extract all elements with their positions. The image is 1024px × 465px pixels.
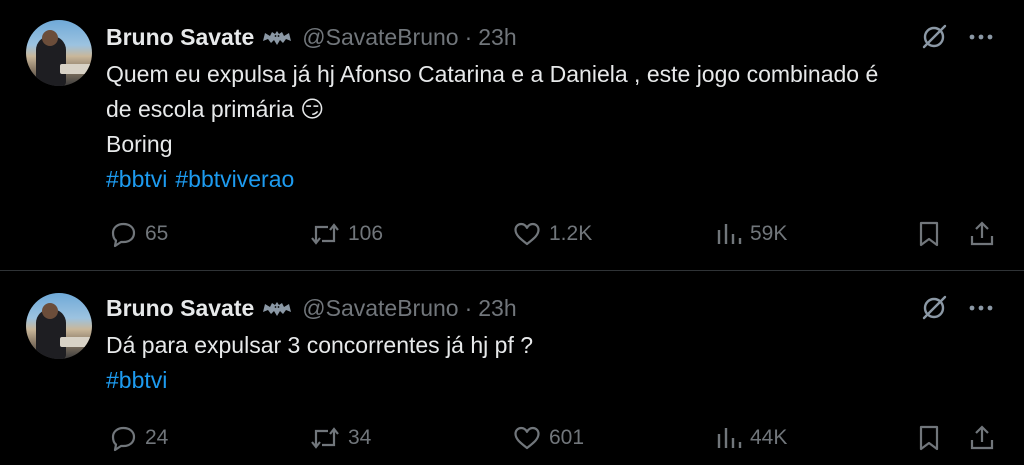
reply-icon [111, 426, 136, 452]
grok-button[interactable] [920, 293, 948, 323]
avatar-table-shape [60, 64, 92, 74]
like-count: 601 [549, 426, 585, 449]
tweet-text-line: Quem eu expulsa já hj Afonso Catarina e … [106, 61, 879, 87]
share-button[interactable] [969, 219, 1002, 249]
tweet-text-line: Dá para expulsar 3 concorrentes já hj pf… [106, 332, 534, 358]
tweet-header: Bruno Savate @SavateBruno · 23h [106, 22, 517, 52]
bat-emoji-icon [263, 302, 292, 316]
author-handle[interactable]: @SavateBruno [302, 24, 458, 51]
author-handle[interactable]: @SavateBruno [302, 295, 458, 322]
hashtag-link[interactable]: #bbtviverao [175, 166, 294, 192]
grok-button[interactable] [920, 22, 948, 52]
avatar-head-shape [42, 30, 58, 46]
views-count: 44K [750, 426, 788, 449]
tweet-text-line: de escola primária 😏 [106, 96, 325, 122]
author-name[interactable]: Bruno Savate [106, 295, 254, 322]
tweet-actions: 24 34 601 44K [0, 423, 1024, 453]
bookmark-icon [919, 425, 939, 451]
views-icon [717, 224, 742, 244]
hashtag-link[interactable]: #bbtvi [106, 166, 167, 192]
retweet-button[interactable]: 34 [309, 423, 371, 453]
grok-icon [922, 24, 947, 49]
avatar[interactable] [26, 20, 92, 86]
share-icon [970, 221, 994, 246]
reply-count: 65 [145, 222, 169, 245]
retweet-button[interactable]: 106 [309, 219, 383, 249]
views-button[interactable]: 44K [715, 423, 787, 453]
tweet-actions: 65 106 1.2K 59K [0, 219, 1024, 249]
share-button[interactable] [969, 423, 1002, 453]
reply-button[interactable]: 24 [108, 423, 168, 453]
tweet[interactable]: Bruno Savate @SavateBruno · 23h Quem eu … [0, 0, 1024, 270]
bat-emoji-icon [263, 31, 292, 45]
more-icon [969, 305, 993, 311]
hashtag-link[interactable]: #bbtvi [106, 367, 167, 393]
more-icon [969, 34, 993, 40]
retweet-icon [311, 223, 339, 245]
tweet-text-line: Boring [106, 131, 173, 157]
bookmark-icon [919, 221, 939, 247]
tweet-text: Dá para expulsar 3 concorrentes já hj pf… [106, 328, 996, 398]
hashtags: #bbtvi #bbtviverao [106, 162, 996, 197]
like-count: 1.2K [549, 222, 593, 245]
bookmark-button[interactable] [916, 219, 949, 249]
reply-button[interactable]: 65 [108, 219, 168, 249]
more-options-button[interactable] [966, 22, 996, 52]
separator-dot: · [464, 294, 473, 321]
views-icon [717, 428, 742, 448]
retweet-count: 34 [348, 426, 372, 449]
tweet-header: Bruno Savate @SavateBruno · 23h [106, 293, 517, 323]
timestamp[interactable]: 23h [478, 24, 516, 51]
hashtags: #bbtvi [106, 363, 996, 398]
avatar[interactable] [26, 293, 92, 359]
tweet[interactable]: Bruno Savate @SavateBruno · 23h Dá para … [0, 271, 1024, 465]
tweet-text: Quem eu expulsa já hj Afonso Catarina e … [106, 57, 996, 197]
retweet-count: 106 [348, 222, 384, 245]
author-name[interactable]: Bruno Savate [106, 24, 254, 51]
retweet-icon [311, 427, 339, 449]
like-button[interactable]: 601 [512, 423, 584, 453]
like-button[interactable]: 1.2K [512, 219, 592, 249]
reply-count: 24 [145, 426, 169, 449]
timestamp[interactable]: 23h [478, 295, 516, 322]
more-options-button[interactable] [966, 293, 996, 323]
avatar-table-shape [60, 337, 92, 347]
avatar-head-shape [42, 303, 58, 319]
reply-icon [111, 222, 136, 248]
views-button[interactable]: 59K [715, 219, 787, 249]
share-icon [970, 425, 994, 450]
separator-dot: · [464, 23, 473, 50]
views-count: 59K [750, 222, 788, 245]
heart-icon [514, 222, 540, 246]
heart-icon [514, 426, 540, 450]
grok-icon [922, 295, 947, 320]
bookmark-button[interactable] [916, 423, 949, 453]
